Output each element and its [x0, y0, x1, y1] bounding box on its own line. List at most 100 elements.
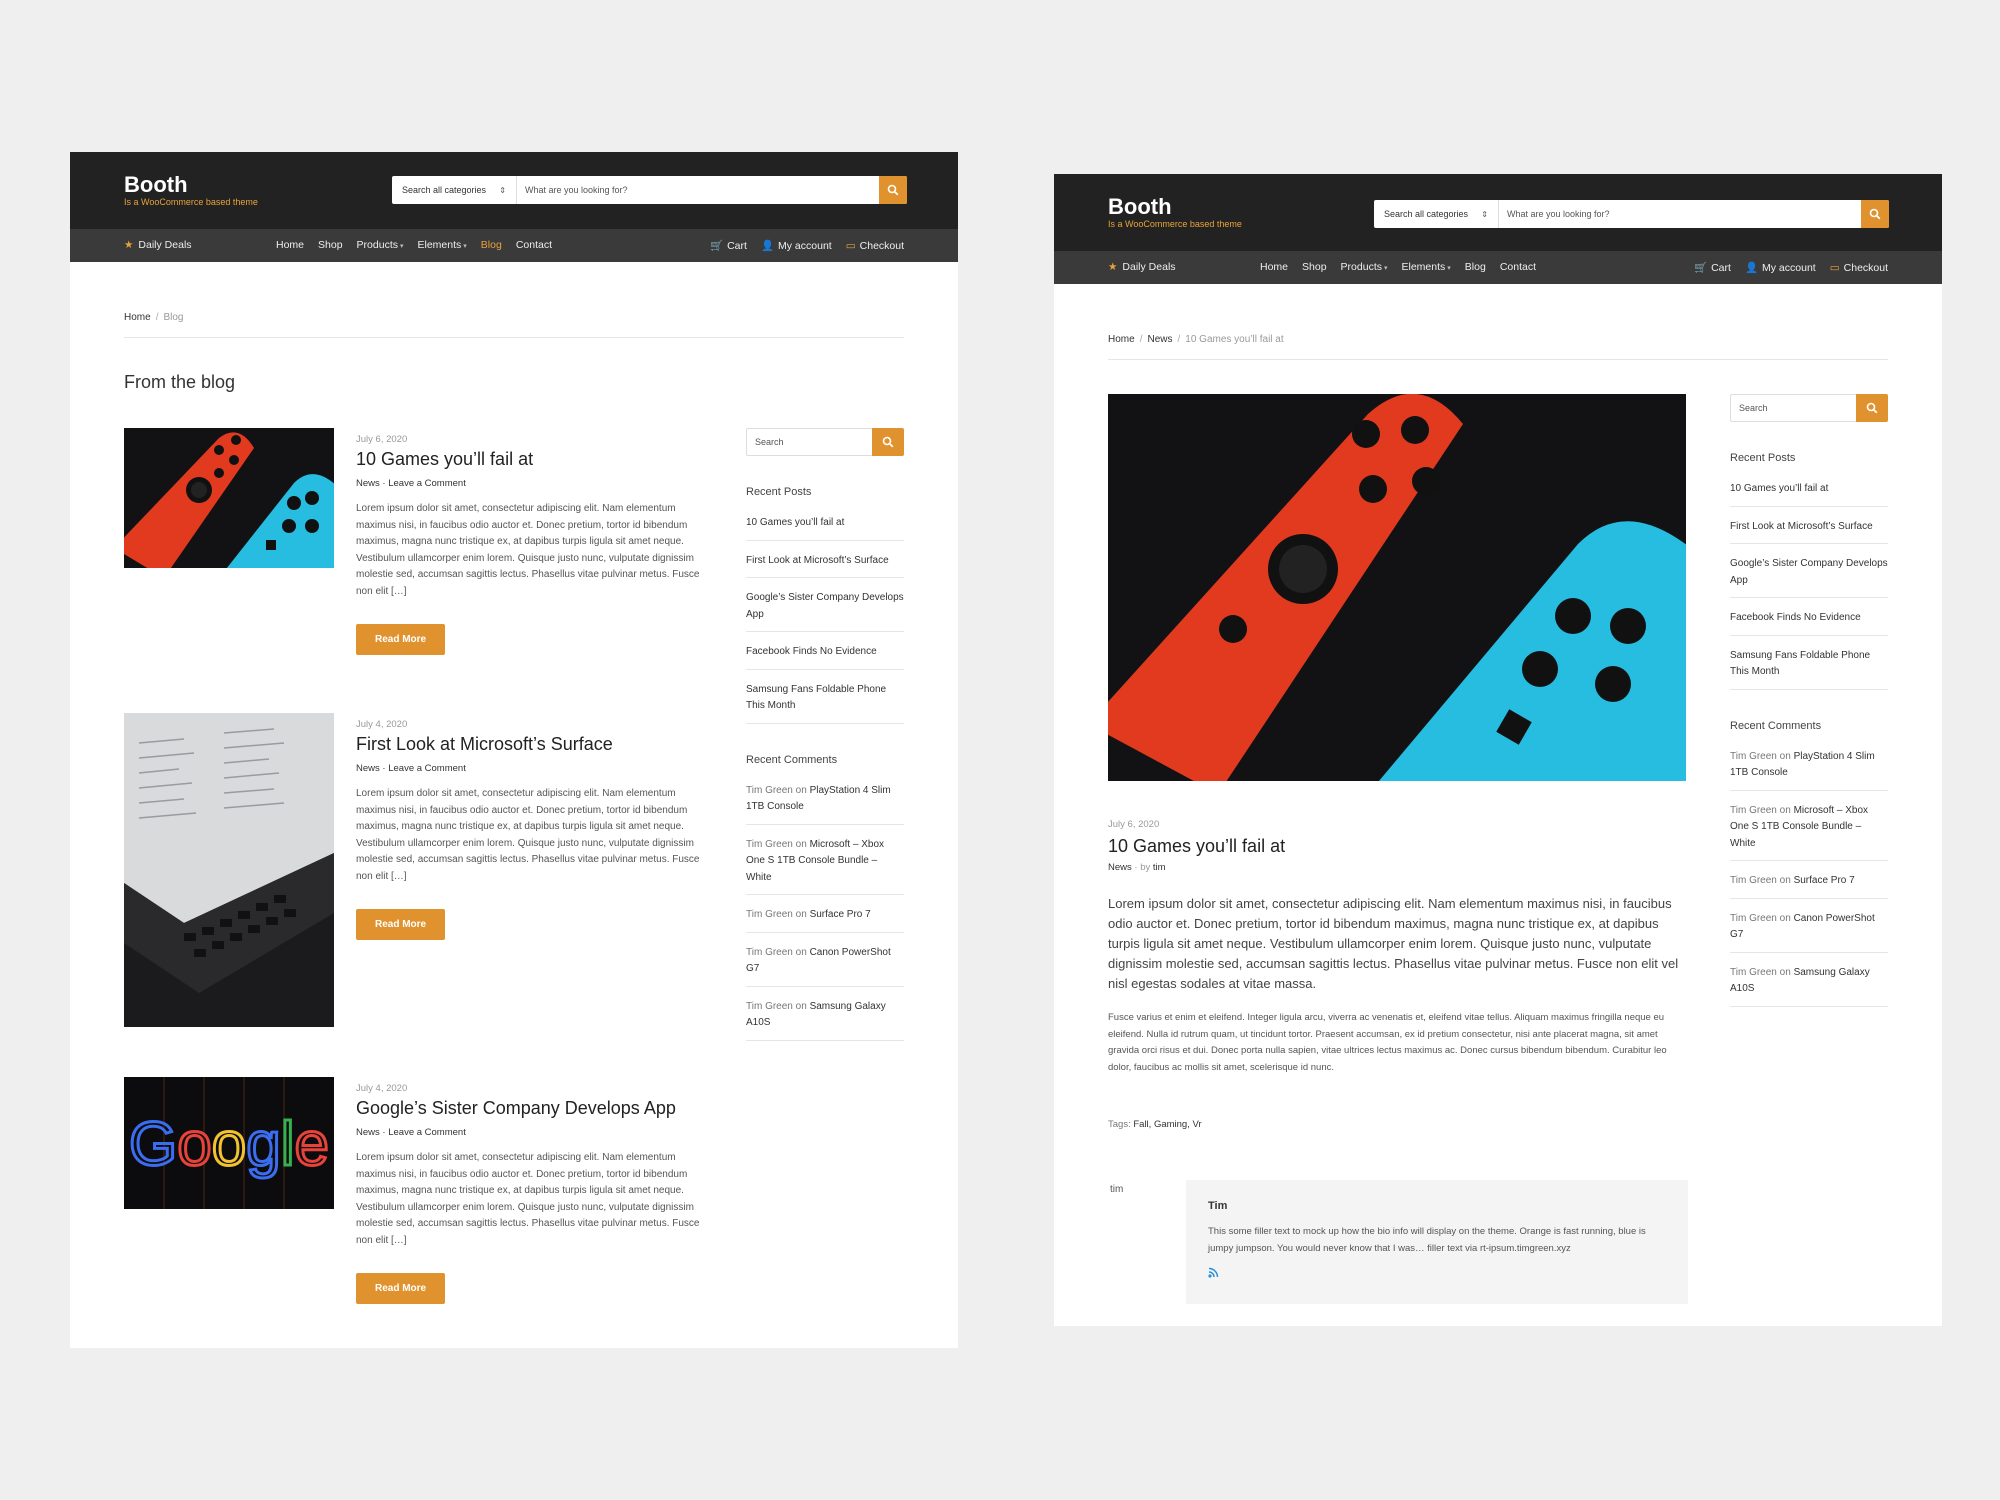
post-date: July 4, 2020	[356, 719, 408, 730]
site-logo[interactable]: Booth	[1108, 194, 1172, 220]
comment-on: on	[795, 946, 807, 958]
post-thumbnail[interactable]	[124, 428, 334, 568]
search-input[interactable]: What are you looking for?	[517, 176, 879, 204]
leave-comment-link[interactable]: Leave a Comment	[388, 478, 466, 489]
by-label: by	[1140, 862, 1151, 873]
recent-post-link[interactable]: 10 Games you’ll fail at	[746, 512, 904, 541]
recent-post-link[interactable]: Samsung Fans Foldable Phone This Month	[1730, 645, 1888, 690]
recent-post-link[interactable]: Facebook Finds No Evidence	[1730, 607, 1888, 636]
cart-label: Cart	[1711, 261, 1731, 274]
nav-shop[interactable]: Shop	[1302, 261, 1327, 273]
comment-on: on	[795, 838, 807, 850]
post-meta: News · Leave a Comment	[356, 1127, 466, 1138]
read-more-button[interactable]: Read More	[356, 909, 446, 940]
leave-comment-link[interactable]: Leave a Comment	[388, 1127, 466, 1138]
post-thumbnail[interactable]: Google	[124, 1077, 334, 1209]
post-excerpt: Lorem ipsum dolor sit amet, consectetur …	[356, 503, 700, 597]
search-button[interactable]	[879, 176, 907, 204]
category-select[interactable]: Search all categories ⇕	[392, 176, 517, 204]
post-category[interactable]: News	[356, 1127, 380, 1138]
nav-elements-label: Elements	[1401, 261, 1446, 273]
post-body: July 4, 2020 Google’s Sister Company Dev…	[356, 1077, 708, 1304]
meta-separator: ·	[1134, 862, 1138, 873]
rss-link[interactable]	[1208, 1265, 1666, 1283]
recent-post-link[interactable]: First Look at Microsoft’s Surface	[1730, 516, 1888, 544]
nav-elements[interactable]: Elements ▾	[418, 239, 467, 251]
breadcrumb-home[interactable]: Home	[1108, 334, 1135, 345]
account-menu: 🛒 Cart 👤 My account ▭ Checkout	[1694, 261, 1888, 275]
nav-products[interactable]: Products ▾	[1341, 261, 1388, 273]
blog-sidebar: Search Recent Posts 10 Games you’ll fail…	[746, 428, 904, 1050]
author-name: Tim	[1208, 1200, 1228, 1212]
leave-comment-link[interactable]: Leave a Comment	[388, 763, 466, 774]
nav-contact[interactable]: Contact	[516, 239, 552, 251]
nav-shop[interactable]: Shop	[318, 239, 343, 251]
nav-blog[interactable]: Blog	[1465, 261, 1486, 273]
my-account-link[interactable]: 👤 My account	[761, 239, 832, 253]
recent-comment: Tim Green on Microsoft – Xbox One S 1TB …	[746, 834, 904, 895]
recent-post-link[interactable]: First Look at Microsoft’s Surface	[746, 550, 904, 578]
post-category[interactable]: News	[356, 763, 380, 774]
post-author-link[interactable]: tim	[1153, 862, 1166, 873]
sidebar-search-button[interactable]	[1856, 394, 1888, 422]
post-body: July 4, 2020 First Look at Microsoft’s S…	[356, 713, 708, 940]
cart-link[interactable]: 🛒 Cart	[1694, 261, 1731, 275]
post-date: July 4, 2020	[356, 1083, 408, 1094]
single-post-window: Booth Is a WooCommerce based theme Searc…	[1054, 174, 1942, 1326]
daily-deals-link[interactable]: ★ Daily Deals	[124, 239, 192, 251]
read-more-button[interactable]: Read More	[356, 624, 446, 655]
recent-post-link[interactable]: Facebook Finds No Evidence	[746, 641, 904, 670]
account-menu: 🛒 Cart 👤 My account ▭ Checkout	[710, 239, 904, 253]
cart-link[interactable]: 🛒 Cart	[710, 239, 747, 253]
game-controllers-image	[1108, 394, 1686, 781]
comment-post-link[interactable]: Surface Pro 7	[1794, 875, 1855, 886]
post-title[interactable]: Google’s Sister Company Develops App	[356, 1098, 708, 1119]
search-icon	[1869, 208, 1881, 220]
tag-links[interactable]: Fall, Gaming, Vr	[1133, 1119, 1201, 1130]
search-icon	[1866, 402, 1878, 414]
recent-post-link[interactable]: Google’s Sister Company Develops App	[746, 587, 904, 632]
nav-blog[interactable]: Blog	[481, 239, 502, 251]
category-select[interactable]: Search all categories ⇕	[1374, 200, 1499, 228]
checkout-label: Checkout	[859, 239, 904, 252]
comment-on: on	[1779, 804, 1791, 816]
comment-author: Tim Green	[1730, 875, 1777, 886]
nav-home[interactable]: Home	[1260, 261, 1288, 273]
recent-post-link[interactable]: 10 Games you’ll fail at	[1730, 478, 1888, 507]
post-sidebar: Search Recent Posts 10 Games you’ll fail…	[1730, 394, 1888, 1016]
sidebar-search-input[interactable]: Search	[1731, 395, 1856, 421]
nav-products[interactable]: Products ▾	[357, 239, 404, 251]
post-excerpt: Lorem ipsum dolor sit amet, consectetur …	[356, 1152, 700, 1246]
nav-contact[interactable]: Contact	[1500, 261, 1536, 273]
site-logo[interactable]: Booth	[124, 172, 188, 198]
sidebar-search-input[interactable]: Search	[747, 429, 872, 455]
recent-comment: Tim Green on Canon PowerShot G7	[746, 942, 904, 987]
comment-author: Tim Green	[1730, 750, 1777, 762]
read-more-button[interactable]: Read More	[356, 1273, 446, 1304]
game-controllers-image	[124, 428, 334, 568]
user-icon: 👤	[1744, 262, 1759, 274]
search-button[interactable]	[1861, 200, 1889, 228]
search-input[interactable]: What are you looking for?	[1499, 200, 1861, 228]
post-title[interactable]: 10 Games you’ll fail at	[356, 449, 708, 470]
checkout-link[interactable]: ▭ Checkout	[846, 239, 904, 252]
recent-post-link[interactable]: Google’s Sister Company Develops App	[1730, 553, 1888, 598]
sidebar-search-button[interactable]	[872, 428, 904, 456]
featured-image	[1108, 394, 1686, 781]
post-category[interactable]: News	[356, 478, 380, 489]
recent-post-link[interactable]: Samsung Fans Foldable Phone This Month	[746, 679, 904, 724]
comment-on: on	[795, 784, 807, 796]
breadcrumb-home[interactable]: Home	[124, 312, 151, 323]
nav-elements[interactable]: Elements ▾	[1402, 261, 1451, 273]
checkout-link[interactable]: ▭ Checkout	[1830, 261, 1888, 274]
comment-post-link[interactable]: Surface Pro 7	[810, 909, 871, 920]
nav-products-label: Products	[1340, 261, 1382, 273]
post-category[interactable]: News	[1108, 862, 1132, 873]
search-icon	[882, 436, 894, 448]
daily-deals-link[interactable]: ★ Daily Deals	[1108, 261, 1176, 273]
breadcrumb-category[interactable]: News	[1147, 334, 1172, 345]
my-account-link[interactable]: 👤 My account	[1744, 261, 1816, 275]
post-title[interactable]: First Look at Microsoft’s Surface	[356, 734, 708, 755]
nav-home[interactable]: Home	[276, 239, 304, 251]
post-thumbnail[interactable]	[124, 713, 334, 1027]
